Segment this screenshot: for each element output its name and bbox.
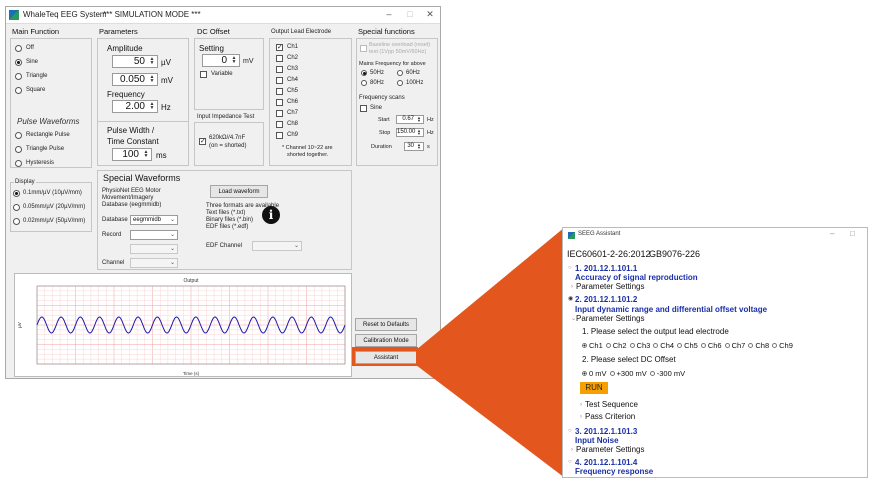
item1-chevron-icon: › — [571, 284, 573, 290]
assistant-title: SEEG Assistant — [578, 231, 621, 237]
channel-label: Ch8 — [755, 341, 770, 350]
channel-option-6[interactable]: Ch7 — [724, 341, 746, 350]
item4-radio-icon[interactable]: ○ — [568, 457, 572, 467]
channel-radio-group: Ch1 Ch2 Ch3 Ch4 Ch5 Ch6 Ch7 Ch8 Ch9 — [582, 341, 796, 350]
channel-label: Ch1 — [589, 341, 603, 350]
assistant-maximize-button[interactable]: □ — [850, 229, 855, 238]
channel-option-3[interactable]: Ch4 — [653, 341, 674, 350]
item2-parameter-settings[interactable]: Parameter Settings — [576, 314, 644, 324]
channel-label: Ch9 — [779, 341, 793, 350]
radio-icon[interactable] — [629, 342, 635, 348]
item2-radio-icon[interactable]: ◉ — [568, 294, 573, 304]
item3-chevron-icon: › — [571, 447, 573, 453]
dc-offset-radio-group: 0 mV +300 mV -300 mV — [582, 369, 688, 378]
channel-option-7[interactable]: Ch8 — [748, 341, 769, 350]
question-dc-offset: 2. Please select DC Offset — [582, 355, 676, 364]
standard-gb[interactable]: GB9076-226 — [649, 249, 700, 259]
radio-icon[interactable] — [609, 370, 615, 376]
question-output-lead: 1. Please select the output lead electro… — [582, 327, 729, 336]
channel-option-1[interactable]: Ch2 — [605, 341, 627, 350]
radio-icon[interactable] — [677, 342, 683, 348]
channel-label: Ch5 — [684, 341, 698, 350]
radio-icon[interactable] — [582, 342, 587, 348]
item2-number[interactable]: 2. 201.12.1.101.2 — [575, 295, 637, 305]
channel-label: Ch6 — [707, 341, 722, 350]
channel-label: Ch7 — [731, 341, 746, 350]
channel-option-5[interactable]: Ch6 — [700, 341, 722, 350]
callout-wedge — [416, 227, 565, 478]
pass-criterion-link[interactable]: Pass Criterion — [585, 412, 635, 422]
channel-option-4[interactable]: Ch5 — [677, 341, 698, 350]
offset-label: +300 mV — [616, 369, 647, 378]
radio-icon[interactable] — [748, 342, 754, 348]
offset-option-1[interactable]: +300 mV — [609, 369, 647, 378]
channel-label: Ch3 — [636, 341, 651, 350]
assistant-highlight — [352, 347, 418, 366]
radio-icon[interactable] — [605, 342, 611, 348]
radio-icon[interactable] — [649, 370, 655, 376]
channel-option-0[interactable]: Ch1 — [582, 341, 603, 350]
channel-option-2[interactable]: Ch3 — [629, 341, 651, 350]
channel-label: Ch4 — [660, 341, 675, 350]
radio-icon[interactable] — [772, 342, 778, 348]
radio-icon[interactable] — [700, 342, 706, 348]
channel-option-8[interactable]: Ch9 — [772, 341, 793, 350]
offset-label: 0 mV — [589, 369, 607, 378]
assistant-window: SEEG Assistant – □ IEC60601-2-26:2012 GB… — [562, 227, 868, 478]
offset-option-2[interactable]: -300 mV — [649, 369, 686, 378]
pass-criterion-chevron-icon: › — [580, 414, 582, 420]
test-sequence-link[interactable]: Test Sequence — [585, 400, 638, 410]
item4-title[interactable]: Frequency response — [575, 467, 653, 477]
assistant-minimize-button[interactable]: – — [830, 229, 834, 238]
item1-radio-icon[interactable]: ○ — [568, 263, 572, 273]
run-button[interactable]: RUN — [580, 382, 608, 394]
channel-label: Ch2 — [612, 341, 627, 350]
item1-parameter-settings[interactable]: Parameter Settings — [576, 282, 644, 292]
test-sequence-chevron-icon: › — [580, 402, 582, 408]
radio-icon[interactable] — [653, 342, 659, 348]
item3-parameter-settings[interactable]: Parameter Settings — [576, 445, 644, 455]
assistant-logo-icon — [568, 232, 575, 239]
item3-radio-icon[interactable]: ○ — [568, 426, 572, 436]
radio-icon[interactable] — [582, 370, 587, 376]
offset-option-0[interactable]: 0 mV — [582, 369, 607, 378]
assistant-title-bar: SEEG Assistant – □ — [563, 228, 867, 242]
radio-icon[interactable] — [724, 342, 730, 348]
offset-label: -300 mV — [656, 369, 686, 378]
standard-iec[interactable]: IEC60601-2-26:2012 — [567, 249, 651, 259]
